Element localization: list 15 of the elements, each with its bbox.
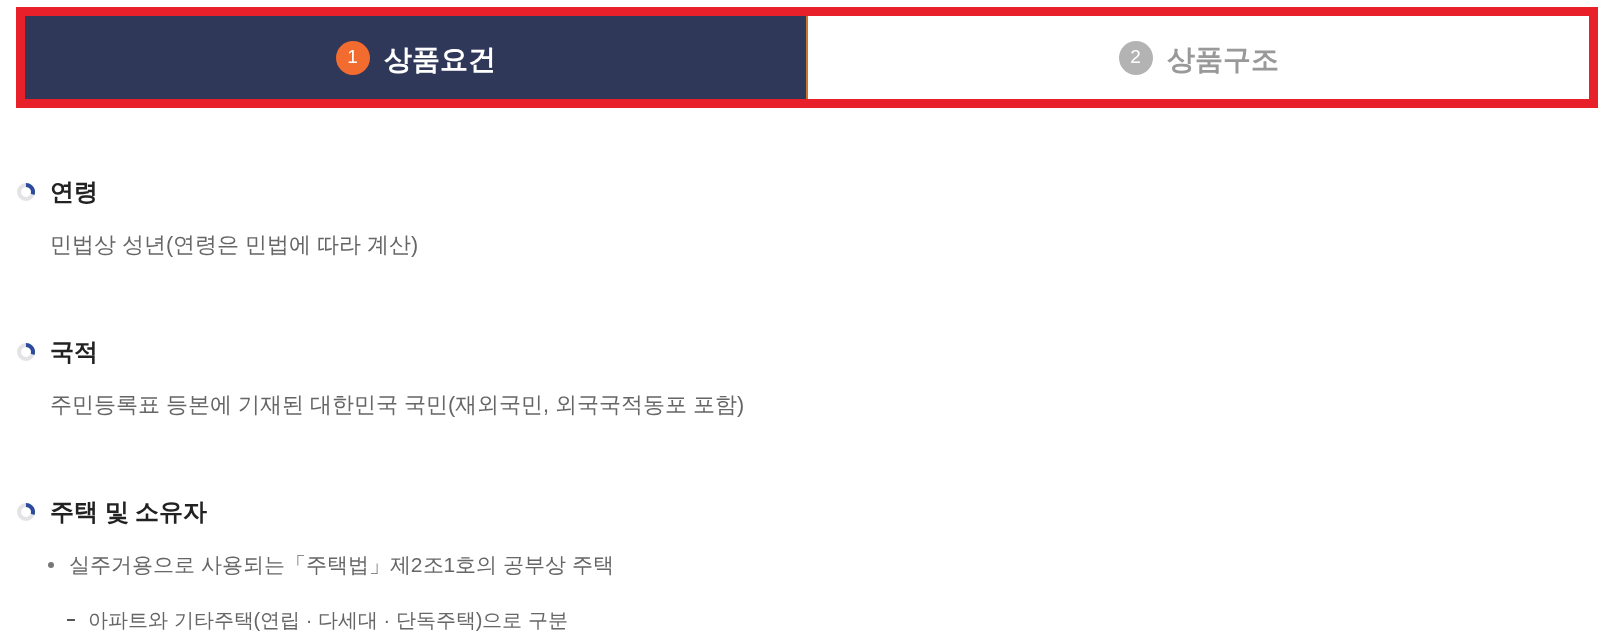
section-text: 민법상 성년(연령은 민법에 따라 계산)	[50, 232, 419, 259]
ring-icon	[17, 183, 35, 201]
section-heading: 연령	[50, 177, 98, 207]
bullet-icon	[48, 562, 54, 568]
ring-icon	[17, 503, 35, 521]
step-number-badge: 1	[335, 40, 370, 75]
sub-item-text: 아파트와 기타주택(연립 · 다세대 · 단독주택)으로 구분	[88, 608, 568, 633]
tab[interactable]: 1 상품요건	[25, 16, 808, 99]
section-text: 주민등록표 등본에 기재된 대한민국 국민(재외국민, 외국국적동포 포함)	[50, 392, 745, 419]
dash-icon	[67, 619, 75, 621]
list-item-text: 실주거용으로 사용되는「주택법」제2조1호의 공부상 주택	[69, 552, 614, 578]
section-heading: 주택 및 소유자	[50, 497, 208, 527]
ring-icon	[17, 343, 35, 361]
step-number-badge: 2	[1118, 40, 1153, 75]
section-heading: 국적	[50, 337, 98, 367]
